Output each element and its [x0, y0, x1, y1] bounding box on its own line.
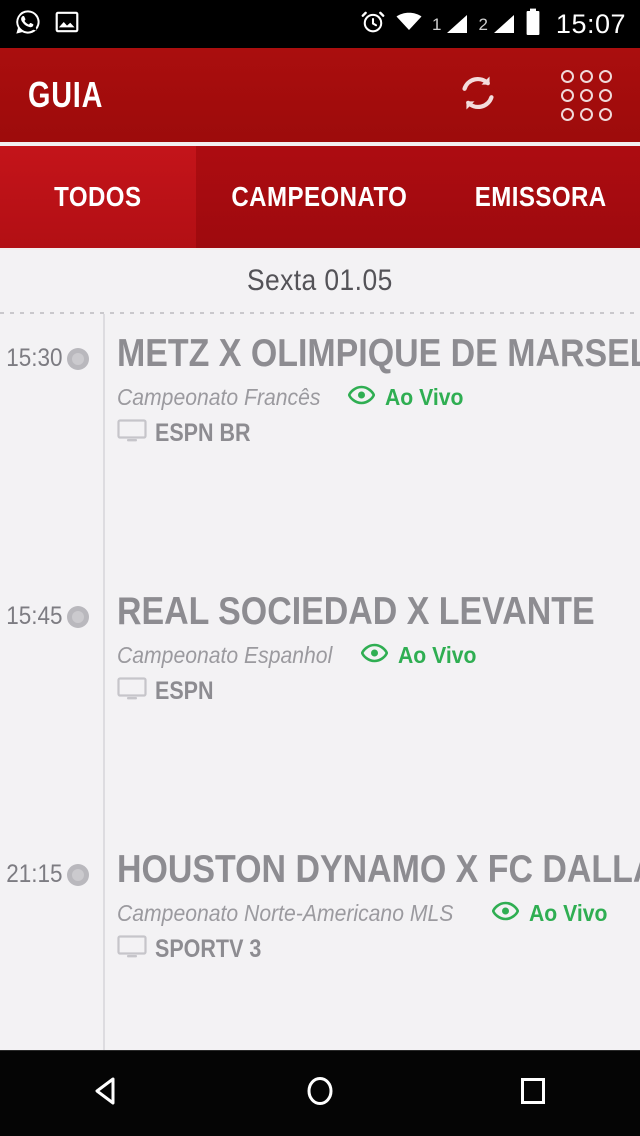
whatsapp-icon [14, 8, 42, 41]
event-league-label: Campeonato Espanhol [116, 641, 332, 668]
app-title: GUIA [28, 74, 104, 115]
event-title-label: HOUSTON DYNAMO X FC DALLAS [116, 848, 640, 891]
event-league-label: Campeonato Norte-Americano MLS [116, 899, 453, 926]
timeline-bullet-column [66, 592, 115, 830]
event-row[interactable]: 21:15 HOUSTON DYNAMO X FC DALLAS Campeon… [0, 830, 640, 1050]
android-nav-bar [0, 1050, 640, 1136]
timeline-bullet-icon [66, 348, 89, 370]
live-badge-label: Ao Vivo [529, 899, 608, 926]
timeline-bullet-column [66, 334, 115, 572]
event-row[interactable]: 15:45 REAL SOCIEDAD X LEVANTE Campeonato… [0, 572, 640, 830]
event-title: HOUSTON DYNAMO X FC DALLAS [116, 848, 640, 891]
event-channel: SPORTV 3 [116, 934, 640, 964]
status-bar-notifications [14, 8, 80, 41]
status-bar-clock: 15:07 [555, 8, 626, 39]
event-time: 15:45 [0, 592, 75, 830]
live-badge: Ao Vivo [385, 384, 470, 411]
nav-back-button[interactable] [47, 1051, 167, 1136]
event-meta: Campeonato Norte-Americano MLS Ao Vivo [117, 900, 640, 927]
event-league: Campeonato Espanhol [117, 642, 351, 669]
back-icon [87, 1071, 127, 1116]
signal-2-icon: 2 [478, 13, 515, 35]
eye-icon [360, 643, 388, 668]
tv-icon [116, 676, 147, 706]
tab-campeonato[interactable]: CAMPEONATO [196, 146, 442, 248]
event-title: METZ X OLIMPIQUE DE MARSELHA [116, 332, 640, 375]
image-icon [54, 9, 80, 40]
tv-icon [116, 934, 147, 964]
live-badge: Ao Vivo [398, 642, 483, 669]
timeline-bullet-icon [66, 864, 89, 886]
event-meta: Campeonato Espanhol Ao Vivo [117, 642, 640, 669]
eye-icon [347, 385, 375, 410]
tv-icon [116, 418, 147, 448]
event-league: Campeonato Norte-Americano MLS [117, 900, 483, 927]
sim2-label: 2 [478, 15, 488, 34]
refresh-button[interactable] [457, 72, 499, 119]
timeline-bullet-icon [66, 606, 89, 628]
refresh-icon [457, 72, 499, 119]
timeline: 15:30 METZ X OLIMPIQUE DE MARSELHA Campe… [0, 314, 640, 1050]
event-league-label: Campeonato Francês [116, 383, 321, 410]
event-time: 21:15 [0, 850, 75, 1050]
event-title-label: REAL SOCIEDAD X LEVANTE [116, 590, 595, 633]
live-badge: Ao Vivo [529, 900, 614, 927]
app-bar-actions [457, 69, 612, 121]
tab-emissora-label: EMISSORA [475, 181, 607, 212]
app-bar: GUIA [0, 48, 640, 144]
event-channel-label: ESPN BR [154, 418, 251, 447]
live-badge-label: Ao Vivo [384, 383, 464, 410]
alarm-icon [360, 9, 386, 40]
tab-bar: TODOS CAMPEONATO EMISSORA [0, 146, 640, 250]
event-meta: Campeonato Francês Ao Vivo [117, 384, 640, 411]
event-channel-name: ESPN BR [155, 419, 266, 448]
date-header: Sexta 01.05 [0, 250, 640, 312]
status-bar: 1 2 15:07 [0, 0, 640, 48]
sim1-label: 1 [431, 15, 442, 34]
tab-campeonato-label: CAMPEONATO [230, 181, 407, 212]
signal-1-icon: 1 [432, 13, 469, 35]
nav-home-button[interactable] [260, 1051, 380, 1136]
event-title: REAL SOCIEDAD X LEVANTE [116, 590, 640, 633]
event-channel: ESPN BR [116, 418, 640, 448]
event-time-label: 15:45 [6, 602, 63, 630]
event-title-label: METZ X OLIMPIQUE DE MARSELHA [116, 332, 640, 375]
battery-icon [525, 8, 541, 41]
event-league: Campeonato Francês [117, 384, 338, 411]
event-time-label: 21:15 [6, 860, 63, 888]
recents-icon [513, 1071, 553, 1116]
eye-icon [491, 901, 520, 926]
home-icon [300, 1071, 340, 1116]
apps-grid-icon [561, 69, 612, 121]
event-time-label: 15:30 [6, 344, 63, 372]
event-body: HOUSTON DYNAMO X FC DALLAS Campeonato No… [115, 848, 640, 1050]
event-channel-label: SPORTV 3 [154, 934, 261, 963]
tab-emissora[interactable]: EMISSORA [442, 146, 640, 248]
status-bar-system-icons: 1 2 15:07 [360, 8, 626, 41]
timeline-bullet-column [66, 850, 115, 1050]
live-badge-label: Ao Vivo [397, 641, 476, 668]
guide-list[interactable]: Sexta 01.05 15:30 METZ X OLIMPIQUE DE MA… [0, 250, 640, 1050]
event-body: METZ X OLIMPIQUE DE MARSELHA Campeonato … [115, 332, 640, 572]
date-header-label: Sexta 01.05 [247, 264, 393, 297]
event-channel-name: SPORTV 3 [155, 935, 279, 964]
phone-screen: 1 2 15:07 GUIA TODOS CAMPEONATO EMISSORA… [0, 0, 640, 1136]
nav-recents-button[interactable] [473, 1051, 593, 1136]
event-channel: ESPN [116, 676, 640, 706]
event-body: REAL SOCIEDAD X LEVANTE Campeonato Espan… [115, 590, 640, 830]
event-row[interactable]: 15:30 METZ X OLIMPIQUE DE MARSELHA Campe… [0, 314, 640, 572]
tab-todos-label: TODOS [54, 181, 142, 212]
wifi-icon [395, 10, 423, 39]
apps-grid-button[interactable] [561, 69, 612, 121]
event-channel-name: ESPN [155, 677, 223, 706]
tab-todos[interactable]: TODOS [0, 146, 196, 248]
event-time: 15:30 [0, 334, 75, 572]
event-channel-label: ESPN [154, 676, 214, 705]
